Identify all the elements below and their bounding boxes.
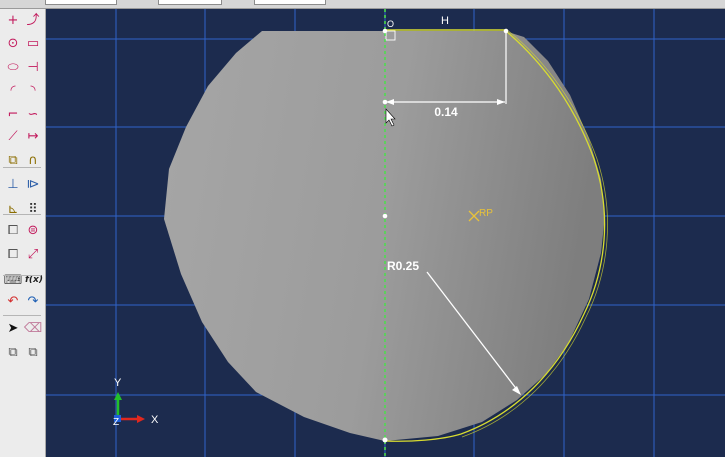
toolbox-separator xyxy=(3,315,41,316)
scale-tool[interactable]: ⤢ xyxy=(24,245,42,263)
sketch-viewport[interactable]: 0.14 H O R0.25 RP Y X Z xyxy=(46,9,725,457)
parameter-tool[interactable]: ⌨ xyxy=(4,271,23,289)
vertex-point[interactable] xyxy=(382,99,388,105)
sketch-toolbox: + ⤴ ⊙ ▭ ⬭ ⊣ ◜ ◝ ⌐ ∽ ⟋ ↦ ⧉ ∩ ⊥ ⧐ ⊾ ⠿ ⧠ ⊜ ⧠ ⤢ ⌨ f(x) ↶ ↷ ➤ ⌫ ⧉ ⧉ xyxy=(0,9,46,457)
triad-z-label: Z xyxy=(113,417,119,428)
circle-tool[interactable]: ⊙ xyxy=(4,34,22,52)
spline-tool[interactable]: ∽ xyxy=(24,105,42,123)
triad-x-label: X xyxy=(151,414,159,426)
mirror-tool[interactable]: ⧐ xyxy=(24,175,42,193)
save-sketch-icon[interactable]: ⧉ xyxy=(24,343,42,361)
toolbar-field[interactable] xyxy=(45,0,117,5)
ellipse-tool[interactable]: ⬭ xyxy=(4,58,22,76)
sketch-region xyxy=(164,31,605,441)
constraint-tool[interactable]: ⊥ xyxy=(4,175,22,193)
function-tool[interactable]: f(x) xyxy=(24,271,44,289)
select-arrow-icon[interactable]: ➤ xyxy=(4,319,22,337)
arc-tangent-tool[interactable]: ◝ xyxy=(24,81,42,99)
horizontal-constraint-label: H xyxy=(441,15,449,27)
rectangle-tool[interactable]: ▭ xyxy=(24,34,42,52)
rotate-tool[interactable]: ⧠ xyxy=(4,245,22,263)
center-point[interactable] xyxy=(382,213,388,219)
line-tool[interactable]: ⟋ xyxy=(4,127,22,145)
origin-marker-label: O xyxy=(387,19,394,29)
vertex-point[interactable] xyxy=(382,28,388,34)
triad-y-label: Y xyxy=(114,377,122,389)
dimension-tool[interactable]: ↦ xyxy=(24,127,42,145)
copy-tool[interactable]: ⧠ xyxy=(4,221,22,239)
toolbox-separator xyxy=(3,167,41,168)
undo-icon[interactable]: ↶ xyxy=(4,292,22,310)
construction-line-tool[interactable]: ⊣ xyxy=(24,58,42,76)
toolbox-separator xyxy=(3,214,41,215)
top-toolbar-strip xyxy=(0,0,725,9)
sketch-options-icon[interactable]: ⧉ xyxy=(4,343,22,361)
reference-point-label: RP xyxy=(479,208,493,219)
add-spline-point-tool[interactable]: ⤴ xyxy=(24,11,42,29)
add-point-tool[interactable]: + xyxy=(4,11,22,29)
vertex-point[interactable] xyxy=(503,28,509,34)
toolbar-field[interactable] xyxy=(254,0,326,5)
move-tool[interactable]: ⊜ xyxy=(24,221,42,239)
fillet-tool[interactable]: ⌐ xyxy=(4,105,22,123)
toolbox-separator xyxy=(3,275,41,276)
vertex-point[interactable] xyxy=(382,437,388,443)
grid-tool[interactable]: ⠿ xyxy=(24,200,42,218)
redo-icon[interactable]: ↷ xyxy=(24,292,42,310)
dimension-value[interactable]: 0.14 xyxy=(434,105,458,119)
toolbar-field[interactable] xyxy=(158,0,222,5)
eraser-icon[interactable]: ⌫ xyxy=(24,319,42,337)
radius-dimension-value[interactable]: R0.25 xyxy=(387,259,419,273)
translate-tool[interactable]: ⊾ xyxy=(4,200,22,218)
sketch-canvas[interactable]: 0.14 H O R0.25 RP Y X Z xyxy=(46,9,725,457)
arc-tool[interactable]: ◜ xyxy=(4,81,22,99)
